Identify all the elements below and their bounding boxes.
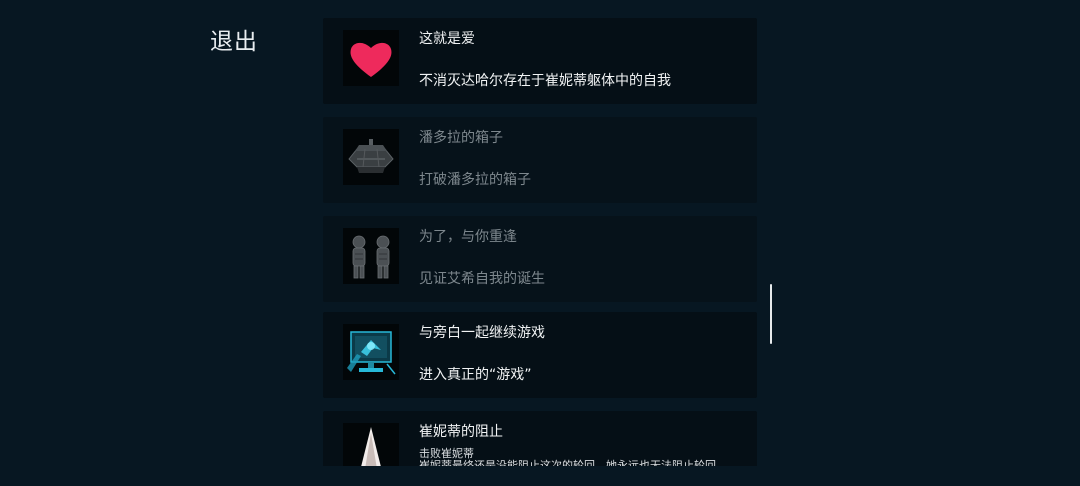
achievement-description-detail: 崔妮蒂最终还是没能阻止这次的轮回，她永远也无法阻止轮回 [419,459,716,466]
monitor-icon [343,324,399,380]
scrollbar[interactable] [770,284,772,344]
achievement-list[interactable]: 这就是爱 不消灭达哈尔存在于崔妮蒂躯体中的自我 潘多拉的箱子 打破潘多拉的箱子 [323,18,757,466]
achievement-description: 不消灭达哈尔存在于崔妮蒂躯体中的自我 [419,73,671,89]
achievement-item-pandora[interactable]: 潘多拉的箱子 打破潘多拉的箱子 [323,117,757,203]
achievement-item-trinity[interactable]: 崔妮蒂的阻止 击败崔妮蒂 崔妮蒂最终还是没能阻止这次的轮回，她永远也无法阻止轮回 [323,411,757,466]
exit-button[interactable]: 退出 [210,22,258,56]
heart-icon [343,30,399,86]
achievement-title: 为了，与你重逢 [419,229,517,245]
achievement-title: 潘多拉的箱子 [419,130,503,146]
achievement-title: 崔妮蒂的阻止 [419,424,503,440]
achievement-description: 打破潘多拉的箱子 [419,172,531,188]
twin-figures-icon [343,228,399,284]
spire-icon [343,423,399,466]
achievement-title: 这就是爱 [419,31,475,47]
achievement-description: 见证艾希自我的诞生 [419,271,545,287]
achievement-description: 进入真正的“游戏” [419,367,532,383]
pandora-box-icon [343,129,399,185]
achievement-item-reunion[interactable]: 为了，与你重逢 见证艾希自我的诞生 [323,216,757,302]
achievement-title: 与旁白一起继续游戏 [419,325,545,341]
achievement-item-narrator[interactable]: 与旁白一起继续游戏 进入真正的“游戏” [323,312,757,398]
achievement-item-love[interactable]: 这就是爱 不消灭达哈尔存在于崔妮蒂躯体中的自我 [323,18,757,104]
